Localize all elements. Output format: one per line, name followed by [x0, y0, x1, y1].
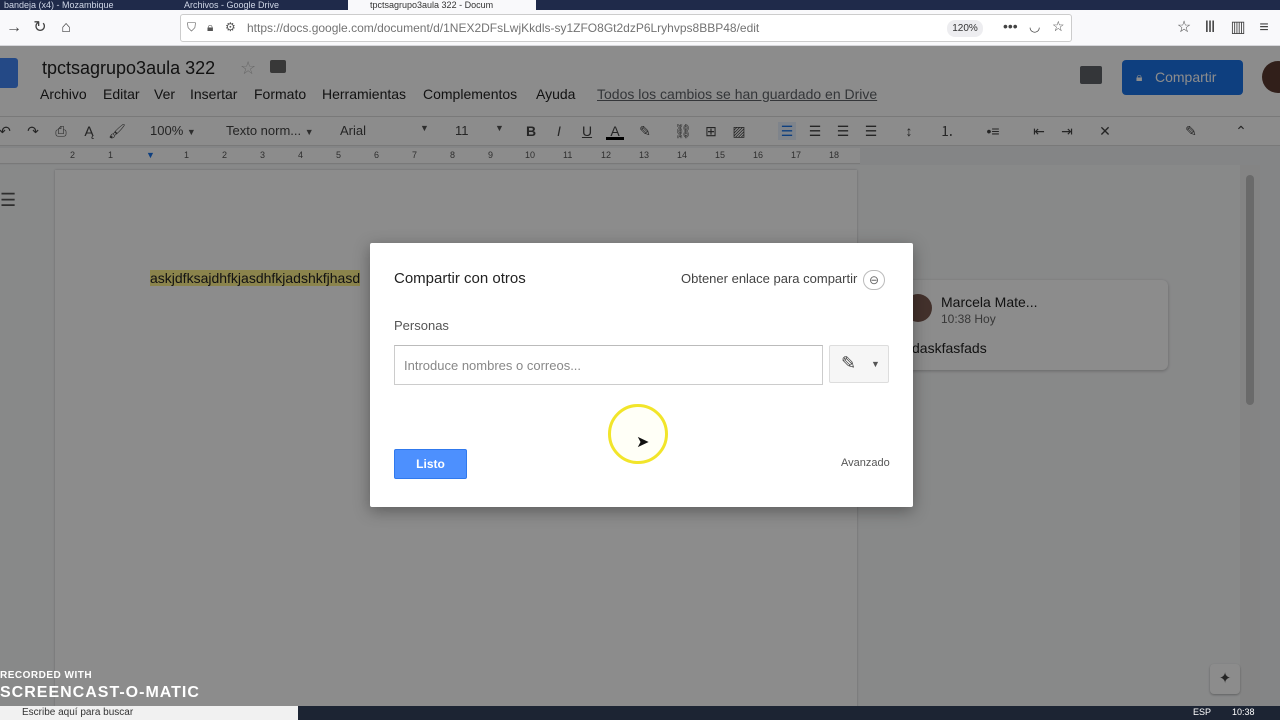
more-icon[interactable]: ••• — [1003, 18, 1018, 34]
shield-icon[interactable]: ⛉ — [187, 20, 196, 35]
browser-tab-strip: bandeja (x4) - Mozambique Archivos - Goo… — [0, 0, 1280, 10]
link-icon[interactable]: ⊖ — [863, 270, 885, 290]
url-text: https://docs.google.com/document/d/1NEX2… — [247, 21, 760, 35]
bookmark-star-icon[interactable]: ☆ — [1052, 18, 1065, 35]
zoom-badge[interactable]: 120% — [947, 20, 983, 37]
tray-language[interactable]: ESP — [1193, 707, 1211, 717]
watermark-line1: RECORDED WITH — [0, 670, 93, 681]
people-input[interactable] — [394, 345, 823, 385]
get-link-button[interactable]: Obtener enlace para compartir — [681, 271, 857, 286]
url-bar[interactable]: ⛉ 🔒︎ ⚙ https://docs.google.com/document/… — [180, 14, 1072, 42]
menu-icon[interactable]: ≡ — [1254, 18, 1274, 38]
mouse-cursor-icon: ➤ — [636, 434, 650, 451]
browser-tab[interactable]: bandeja (x4) - Mozambique — [0, 0, 150, 10]
sidebar-icon[interactable]: ▥ — [1228, 18, 1248, 38]
chevron-down-icon: ▼ — [871, 359, 880, 369]
tray-clock[interactable]: 10:38 — [1232, 707, 1255, 717]
done-button[interactable]: Listo — [394, 449, 467, 479]
share-dialog: Compartir con otros Obtener enlace para … — [370, 243, 913, 507]
library-icon[interactable]: Ⅲ — [1200, 18, 1220, 38]
lock-icon[interactable]: 🔒︎ — [207, 20, 213, 35]
advanced-link[interactable]: Avanzado — [841, 457, 890, 469]
bookmarks-icon[interactable]: ☆ — [1174, 18, 1194, 38]
browser-tab[interactable]: Archivos - Google Drive — [160, 0, 340, 10]
browser-navbar: → ↻ ⌂ ⛉ 🔒︎ ⚙ https://docs.google.com/doc… — [0, 10, 1280, 46]
reload-icon[interactable]: ↻ — [30, 18, 50, 38]
browser-tab-active[interactable]: tpctsagrupo3aula 322 - Docum — [348, 0, 536, 10]
permissions-icon[interactable]: ⚙ — [225, 20, 236, 34]
watermark-line2: SCREENCAST-O-MATIC — [0, 684, 200, 701]
back-icon[interactable]: → — [4, 18, 24, 38]
taskbar-search[interactable]: Escribe aquí para buscar — [0, 706, 298, 720]
pocket-icon[interactable]: ◡ — [1029, 19, 1040, 35]
dialog-title: Compartir con otros — [394, 270, 526, 287]
home-icon[interactable]: ⌂ — [56, 18, 76, 38]
people-label: Personas — [394, 318, 449, 333]
permission-dropdown[interactable]: ✎ ▼ — [829, 345, 889, 383]
pencil-icon: ✎ — [841, 353, 857, 373]
